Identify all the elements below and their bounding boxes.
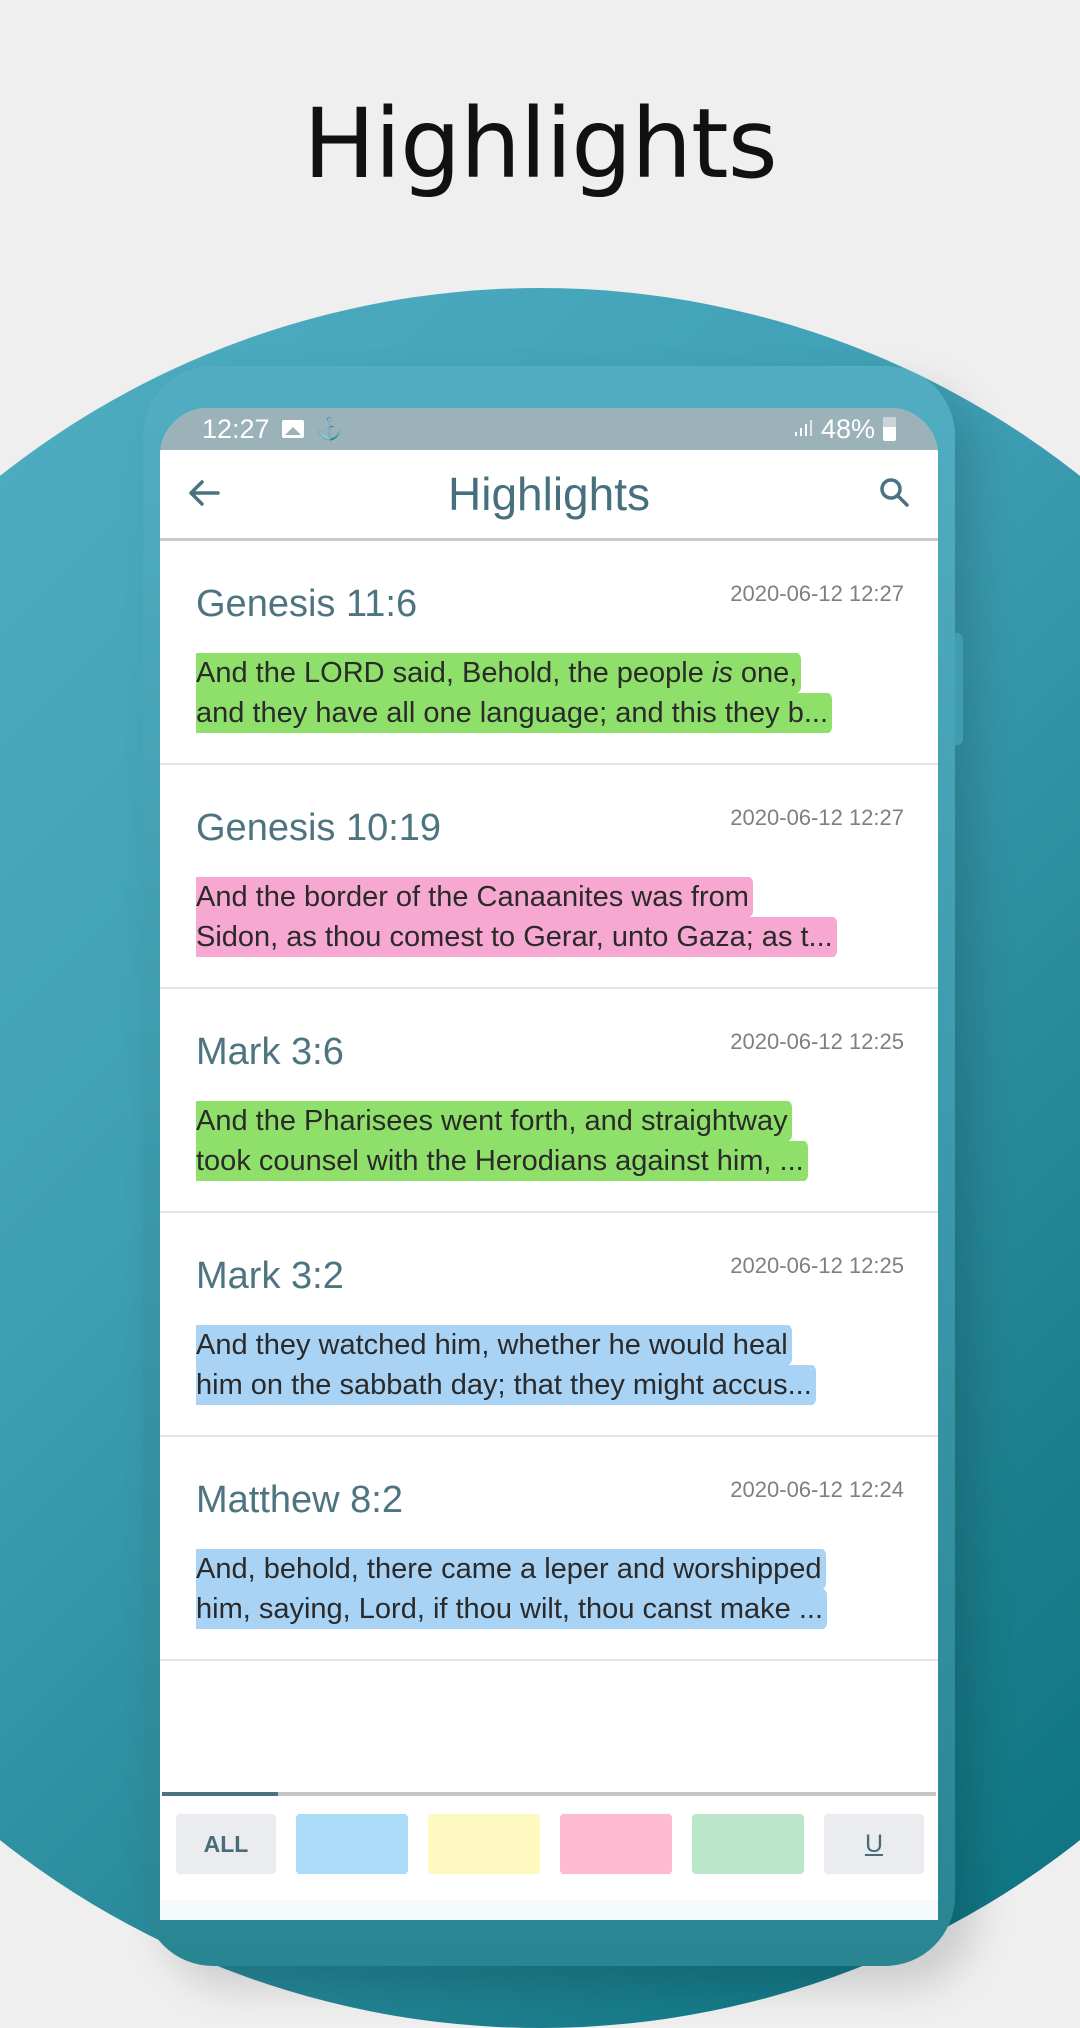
verse-line-1: And, behold, there came a leper and wors… bbox=[196, 1552, 822, 1586]
filter-tab-track bbox=[162, 1792, 936, 1796]
verse-line-1: And the Pharisees went forth, and straig… bbox=[196, 1104, 788, 1138]
arrow-left-icon bbox=[189, 480, 220, 506]
highlight-item[interactable]: Mark 3:6 2020-06-12 12:25 And the Pharis… bbox=[160, 989, 938, 1213]
phone-screen: 12:27 ⚓ 48% Highlights Genesis 11:6 2020… bbox=[160, 408, 938, 1920]
highlight-date: 2020-06-12 12:25 bbox=[730, 1029, 904, 1054]
filter-all-button[interactable]: ALL bbox=[176, 1814, 276, 1874]
status-bar: 12:27 ⚓ 48% bbox=[160, 408, 938, 450]
filter-yellow-button[interactable] bbox=[428, 1814, 540, 1874]
highlight-item[interactable]: Genesis 11:6 2020-06-12 12:27 And the LO… bbox=[160, 541, 938, 765]
app-toolbar: Highlights bbox=[160, 450, 938, 541]
filter-blue-button[interactable] bbox=[296, 1814, 408, 1874]
image-icon bbox=[281, 420, 304, 438]
verse-line-2: took counsel with the Herodians against … bbox=[196, 1144, 804, 1178]
bottom-fade bbox=[160, 1900, 938, 1920]
verse-text: And, behold, there came a leper and wors… bbox=[196, 1549, 904, 1629]
filter-pink-button[interactable] bbox=[560, 1814, 672, 1874]
notification-icon: ⚓ bbox=[315, 416, 343, 441]
filter-tab-indicator bbox=[162, 1792, 278, 1796]
verse-line-2: him, saying, Lord, if thou wilt, thou ca… bbox=[196, 1592, 824, 1626]
highlight-date: 2020-06-12 12:25 bbox=[730, 1253, 904, 1278]
status-time: 12:27 bbox=[202, 413, 270, 444]
search-button[interactable] bbox=[872, 470, 918, 516]
filter-green-button[interactable] bbox=[692, 1814, 804, 1874]
highlights-list: Genesis 11:6 2020-06-12 12:27 And the LO… bbox=[160, 541, 938, 1661]
verse-line-1: And the LORD said, Behold, the people is… bbox=[196, 656, 798, 690]
highlight-item[interactable]: Mark 3:2 2020-06-12 12:25 And they watch… bbox=[160, 1213, 938, 1437]
highlight-date: 2020-06-12 12:24 bbox=[730, 1477, 904, 1502]
verse-reference: Genesis 11:6 bbox=[196, 583, 418, 625]
verse-line-2: and they have all one language; and this… bbox=[196, 696, 829, 730]
highlight-item[interactable]: Matthew 8:2 2020-06-12 12:24 And, behold… bbox=[160, 1437, 938, 1661]
battery-percent: 48% bbox=[820, 413, 875, 444]
color-filter-bar: ALL U bbox=[160, 1792, 938, 1920]
highlight-date: 2020-06-12 12:27 bbox=[730, 581, 904, 606]
promo-title: Highlights bbox=[303, 88, 777, 200]
page-title: Highlights bbox=[448, 468, 650, 520]
verse-text: And the border of the Canaanites was fro… bbox=[196, 877, 904, 957]
verse-reference: Matthew 8:2 bbox=[196, 1479, 403, 1521]
verse-text: And the LORD said, Behold, the people is… bbox=[196, 653, 904, 733]
signal-icon bbox=[793, 414, 813, 445]
underline-icon: U bbox=[864, 1829, 884, 1858]
verse-line-2: Sidon, as thou comest to Gerar, unto Gaz… bbox=[196, 920, 833, 954]
verse-line-2: him on the sabbath day; that they might … bbox=[196, 1368, 812, 1402]
battery-icon bbox=[883, 417, 896, 441]
filter-underline-button[interactable]: U bbox=[824, 1814, 924, 1874]
verse-text: And they watched him, whether he would h… bbox=[196, 1325, 904, 1405]
verse-line-1: And they watched him, whether he would h… bbox=[196, 1328, 788, 1362]
highlight-date: 2020-06-12 12:27 bbox=[730, 805, 904, 830]
verse-reference: Mark 3:2 bbox=[196, 1255, 344, 1297]
verse-line-1: And the border of the Canaanites was fro… bbox=[196, 880, 749, 914]
back-button[interactable] bbox=[182, 470, 228, 516]
verse-reference: Genesis 10:19 bbox=[196, 807, 442, 849]
verse-reference: Mark 3:6 bbox=[196, 1031, 344, 1073]
verse-text: And the Pharisees went forth, and straig… bbox=[196, 1101, 904, 1181]
search-icon bbox=[880, 478, 909, 507]
phone-side-button bbox=[955, 633, 963, 745]
highlight-item[interactable]: Genesis 10:19 2020-06-12 12:27 And the b… bbox=[160, 765, 938, 989]
